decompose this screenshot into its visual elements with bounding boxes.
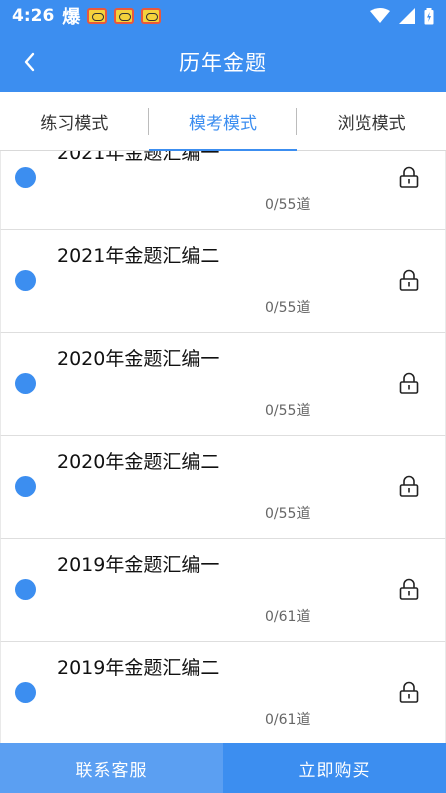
exam-title: 2020年金题汇编二 [57, 451, 220, 473]
question-count: 0/61道 [265, 712, 311, 728]
signal-icon [399, 8, 415, 24]
exam-list-item[interactable]: 2019年金题汇编一 0/61道 [0, 539, 446, 642]
question-count: 0/61道 [265, 609, 311, 625]
status-time: 4:26 [12, 6, 55, 26]
status-bar: 4:26 爆 [0, 0, 446, 32]
tab-label: 浏览模式 [337, 113, 406, 134]
exam-title: 2019年金题汇编二 [57, 657, 220, 679]
status-dot [15, 579, 36, 600]
exam-title: 2020年金题汇编一 [57, 348, 220, 370]
lock-icon [399, 269, 419, 291]
question-count: 0/55道 [265, 403, 311, 419]
notification-app-icon [141, 8, 162, 24]
exam-list: 2021年金题汇编一 0/55道 2021年金题汇编二 0/55道 2020年金… [0, 151, 446, 743]
lock-icon [399, 578, 419, 600]
lock-icon [399, 475, 419, 497]
bottom-action-bar: 联系客服 立即购买 [0, 743, 446, 793]
status-dot [15, 682, 36, 703]
notification-app-icon [114, 8, 135, 24]
tab-practice-mode[interactable]: 练习模式 [0, 92, 149, 150]
exam-list-item[interactable]: 2020年金题汇编一 0/55道 [0, 333, 446, 436]
exam-list-item[interactable]: 2021年金题汇编二 0/55道 [0, 230, 446, 333]
exam-title: 2019年金题汇编一 [57, 554, 220, 576]
tab-browse-mode[interactable]: 浏览模式 [297, 92, 446, 150]
tab-label: 模考模式 [189, 113, 257, 134]
battery-icon [424, 7, 434, 24]
status-icons [370, 7, 434, 25]
status-app-indicator: 爆 [62, 7, 81, 28]
page-title: 历年金题 [179, 51, 267, 75]
wifi-icon [370, 8, 390, 23]
tab-mock-exam-mode[interactable]: 模考模式 [148, 92, 298, 151]
exam-title: 2021年金题汇编一 [57, 151, 220, 164]
exam-list-item[interactable]: 2020年金题汇编二 0/55道 [0, 436, 446, 539]
question-count: 0/55道 [265, 197, 311, 213]
app-header: 历年金题 [0, 32, 446, 92]
exam-title: 2021年金题汇编二 [57, 245, 220, 267]
lock-icon [399, 166, 419, 188]
lock-icon [399, 681, 419, 703]
status-dot [15, 476, 36, 497]
status-dot [15, 270, 36, 291]
contact-support-button[interactable]: 联系客服 [0, 743, 223, 793]
tab-label: 练习模式 [40, 113, 109, 134]
status-dot [15, 373, 36, 394]
exam-list-item[interactable]: 2021年金题汇编一 0/55道 [0, 151, 446, 230]
buy-now-button[interactable]: 立即购买 [223, 743, 446, 793]
mode-tabs: 练习模式 模考模式 浏览模式 [0, 92, 446, 151]
notification-app-icon [87, 8, 108, 24]
question-count: 0/55道 [265, 506, 311, 522]
exam-list-item[interactable]: 2019年金题汇编二 0/61道 [0, 642, 446, 743]
lock-icon [399, 372, 419, 394]
question-count: 0/55道 [265, 300, 311, 316]
status-dot [15, 167, 36, 188]
